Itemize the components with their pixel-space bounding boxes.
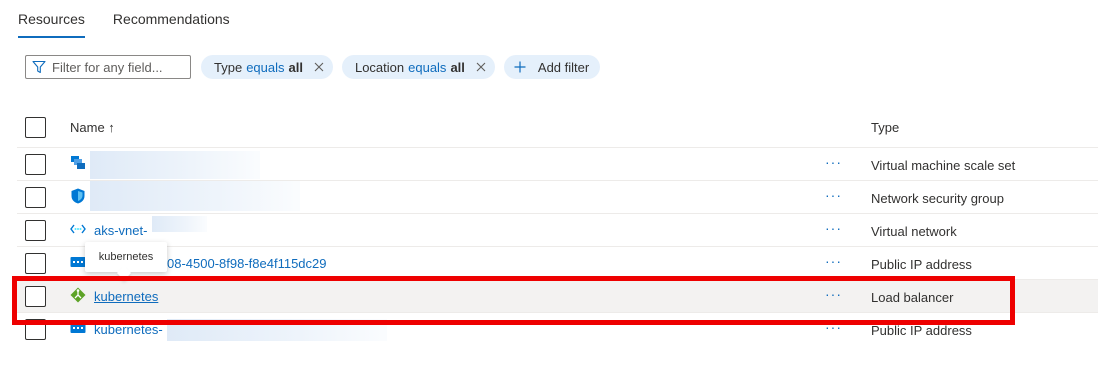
filter-pill-location-value: all — [450, 59, 465, 75]
filter-pill-location[interactable]: Location equals all — [341, 55, 495, 79]
plus-icon — [514, 61, 526, 73]
filter-pill-location-operator: equals — [408, 59, 447, 75]
filter-pill-type-operator: equals — [246, 59, 285, 75]
row-more-button[interactable]: ··· — [825, 286, 842, 302]
select-all-checkbox[interactable] — [25, 117, 46, 138]
table-row: kubernetes- ··· Public IP address — [17, 313, 1098, 346]
row-type: Virtual network — [871, 224, 957, 239]
filter-search-input[interactable] — [52, 59, 180, 75]
filter-pill-type-value: all — [288, 59, 303, 75]
resource-name-link[interactable]: aks-vnet- — [94, 223, 147, 238]
row-more-button[interactable]: ··· — [825, 253, 842, 269]
table-row: ··· Network security group — [17, 181, 1098, 214]
nsg-shield-icon — [71, 188, 85, 204]
column-header-type[interactable]: Type — [871, 120, 899, 135]
name-tooltip: kubernetes — [85, 242, 167, 272]
table-row: aks-vnet- ··· Virtual network — [17, 214, 1098, 247]
row-checkbox[interactable] — [25, 253, 46, 274]
filter-bar: Type equals all Location equals all Add … — [25, 55, 609, 79]
filter-search-box[interactable] — [25, 55, 191, 79]
public-ip-icon — [70, 323, 86, 333]
load-balancer-icon — [70, 287, 86, 303]
add-filter-label: Add filter — [537, 59, 590, 75]
row-type: Public IP address — [871, 323, 972, 338]
filter-pill-type-field: Type — [214, 59, 243, 75]
row-type: Public IP address — [871, 257, 972, 272]
redacted-name-blur — [167, 319, 387, 341]
vmss-icon — [71, 156, 85, 169]
tab-bar: Resources Recommendations — [18, 0, 258, 38]
table-row: ··· Virtual machine scale set — [17, 148, 1098, 181]
resource-name-link[interactable]: kubernetes- — [94, 322, 163, 337]
redacted-name-blur — [152, 216, 207, 232]
row-more-button[interactable]: ··· — [825, 319, 842, 335]
row-checkbox[interactable] — [25, 220, 46, 241]
row-type: Virtual machine scale set — [871, 158, 1016, 173]
tab-recommendations[interactable]: Recommendations — [113, 0, 230, 38]
row-checkbox[interactable] — [25, 187, 46, 208]
row-checkbox[interactable] — [25, 154, 46, 175]
resource-name-link[interactable]: kubernetes — [94, 289, 158, 304]
filter-pill-location-field: Location — [354, 59, 405, 75]
remove-type-filter-icon[interactable] — [314, 62, 324, 72]
table-row[interactable]: kubernetes ··· Load balancer — [17, 280, 1098, 313]
row-checkbox[interactable] — [25, 319, 46, 340]
public-ip-icon — [70, 257, 86, 267]
row-more-button[interactable]: ··· — [825, 154, 842, 170]
row-type: Network security group — [871, 191, 1004, 206]
redacted-name-blur — [90, 181, 300, 211]
column-header-name[interactable]: Name ↑ — [70, 120, 115, 135]
resource-name-link[interactable]: 08-4500-8f98-f8e4f115dc29 — [167, 256, 327, 271]
resources-table: Name ↑ Type ··· Virtual machine scale se… — [17, 110, 1098, 346]
table-header-row: Name ↑ Type — [17, 110, 1098, 148]
remove-location-filter-icon[interactable] — [476, 62, 486, 72]
filter-funnel-icon — [32, 60, 46, 74]
tab-resources[interactable]: Resources — [18, 0, 85, 38]
redacted-name-blur — [90, 151, 260, 179]
table-row: 08-4500-8f98-f8e4f115dc29 ··· Public IP … — [17, 247, 1098, 280]
row-more-button[interactable]: ··· — [825, 187, 842, 203]
row-checkbox[interactable] — [25, 286, 46, 307]
row-type: Load balancer — [871, 290, 954, 305]
filter-pill-type[interactable]: Type equals all — [201, 55, 333, 79]
add-filter-button[interactable]: Add filter — [503, 55, 601, 79]
row-more-button[interactable]: ··· — [825, 220, 842, 236]
vnet-icon — [70, 224, 86, 234]
